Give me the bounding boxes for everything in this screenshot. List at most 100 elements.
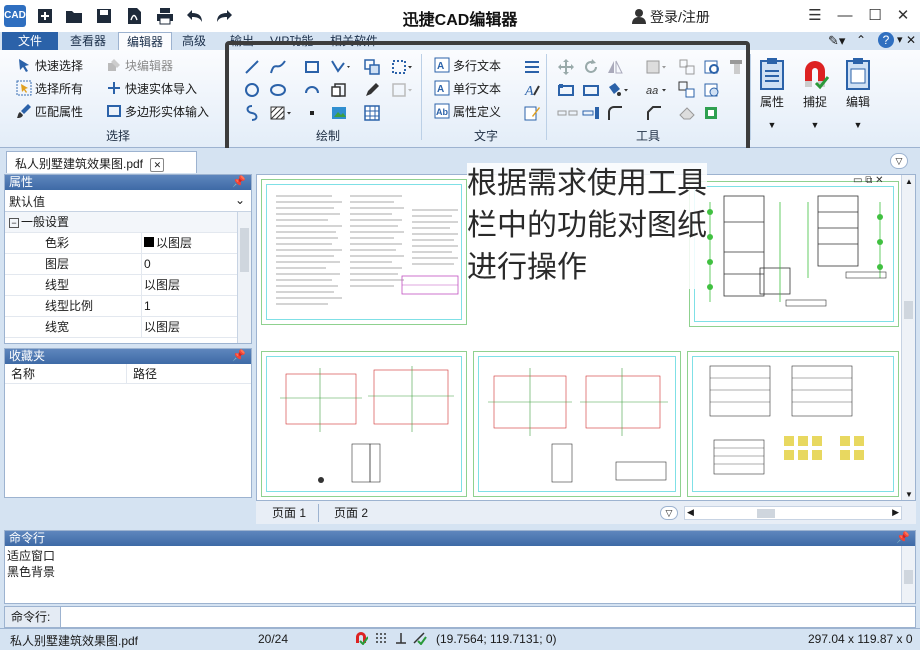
color-swatch	[144, 237, 154, 247]
scroll-left-icon[interactable]: ◀	[687, 507, 694, 518]
grid-status-icon[interactable]	[374, 631, 388, 648]
properties-scrollbar[interactable]	[237, 212, 251, 343]
column-header-name[interactable]: 名称	[5, 364, 127, 383]
select-group-label: 选择	[106, 129, 131, 143]
property-key: 线型比例	[45, 299, 94, 313]
favorites-panel: 收藏夹 📌 名称 路径	[4, 348, 252, 498]
scroll-right-icon[interactable]: ▶	[892, 507, 899, 518]
properties-big-label: 属性	[759, 95, 784, 109]
pin-icon[interactable]: 📌	[232, 349, 246, 364]
tab-viewer[interactable]: 查看器	[62, 32, 114, 50]
status-page-count: 20/24	[258, 632, 289, 646]
select-all-icon	[16, 80, 32, 96]
property-row[interactable]: 线宽 以图层	[5, 317, 251, 338]
properties-panel-header: 属性 📌	[5, 175, 251, 190]
scroll-down-icon[interactable]: ▼	[905, 490, 913, 499]
tab-editor[interactable]: 编辑器	[118, 32, 173, 50]
toolbar-highlight-frame	[225, 41, 750, 158]
command-history-line: 适应窗口	[7, 549, 56, 563]
pin-icon[interactable]: 📌	[232, 175, 246, 190]
tab-file[interactable]: 文件	[2, 32, 58, 50]
tab-list-dropdown-icon[interactable]: ▽	[890, 153, 908, 169]
close-ribbon-icon[interactable]: ✕	[906, 33, 916, 47]
drawing-sheet[interactable]	[687, 351, 899, 497]
chevron-down-icon: ▼	[810, 120, 820, 130]
quick-entity-import-button[interactable]: 快速实体导入	[106, 78, 197, 98]
help-dropdown-icon[interactable]: ▾	[897, 33, 903, 46]
command-scrollbar[interactable]	[901, 546, 915, 603]
snap-status-icon[interactable]	[354, 631, 369, 648]
page-tab-2[interactable]: 页面 2	[322, 504, 380, 522]
block-editor-button[interactable]: 块编辑器	[106, 55, 173, 75]
page-tab-1[interactable]: 页面 1	[260, 504, 320, 522]
polygon-entity-input-button[interactable]: 多边形实体输入	[106, 101, 209, 121]
command-input-label: 命令行:	[5, 607, 61, 627]
command-input[interactable]	[63, 607, 913, 627]
property-row[interactable]: 线型 以图层	[5, 275, 251, 296]
pin-icon[interactable]: 📌	[896, 531, 910, 546]
property-row[interactable]: 图层 0	[5, 254, 251, 275]
properties-panel-title: 属性	[9, 175, 34, 189]
property-row[interactable]: 色彩 以图层	[5, 233, 251, 254]
user-icon	[632, 8, 646, 27]
status-bar: 私人别墅建筑效果图.pdf 20/24 (19.7564; 119.7131; …	[0, 628, 920, 650]
block-editor-label: 块编辑器	[125, 58, 174, 73]
style-dropdown-icon[interactable]: ✎▾	[828, 33, 845, 49]
document-tab-label: 私人别墅建筑效果图.pdf	[15, 157, 144, 171]
document-tab[interactable]: 私人别墅建筑效果图.pdf ✕	[6, 151, 197, 173]
match-properties-label: 匹配属性	[35, 104, 84, 119]
drawing-sheet[interactable]	[473, 351, 681, 497]
column-header-path[interactable]: 路径	[127, 364, 157, 383]
quick-select-button[interactable]: 快速选择	[16, 55, 83, 75]
edit-big-button[interactable]: 编辑 ▼	[838, 53, 878, 143]
tab-advanced[interactable]: 高级	[174, 32, 214, 50]
match-properties-button[interactable]: 匹配属性	[16, 101, 83, 121]
collapse-icon[interactable]: −	[9, 218, 19, 228]
canvas-horizontal-scrollbar[interactable]: ◀ ▶	[684, 506, 902, 520]
property-key: 线型	[45, 278, 70, 292]
drawing-sheet[interactable]	[261, 179, 467, 325]
instruction-annotation: 根据需求使用工具栏中的功能对图纸进行操作	[467, 163, 707, 289]
command-panel-title: 命令行	[9, 531, 46, 545]
property-value: 0	[141, 254, 251, 274]
polygon-icon	[106, 103, 122, 119]
plus-icon	[106, 80, 122, 96]
select-all-button[interactable]: 选择所有	[16, 78, 83, 98]
minimize-icon[interactable]: —	[834, 6, 856, 26]
close-icon[interactable]: ✕	[892, 6, 914, 26]
drawing-canvas[interactable]: 根据需求使用工具栏中的功能对图纸进行操作 ▭ ⧉ ✕ ▲ ▼	[256, 163, 916, 524]
page-list-dropdown-icon[interactable]: ▽	[660, 506, 678, 520]
favorites-panel-header: 收藏夹 📌	[5, 349, 251, 364]
quick-entity-import-label: 快速实体导入	[125, 81, 198, 96]
property-row[interactable]: 线型比例 1	[5, 296, 251, 317]
drawing-sheet[interactable]	[689, 181, 899, 327]
scroll-up-icon[interactable]: ▲	[905, 177, 913, 186]
drawing-sheet[interactable]	[261, 351, 467, 497]
group-separator	[750, 54, 751, 140]
property-value: 以图层	[141, 317, 251, 337]
quick-select-icon	[16, 57, 32, 73]
properties-combo[interactable]: 默认值 ⌄	[5, 190, 251, 212]
canvas-window-controls[interactable]: ▭ ⧉ ✕	[853, 175, 884, 186]
help-icon[interactable]: ?	[878, 32, 894, 48]
status-filename: 私人别墅建筑效果图.pdf	[10, 634, 139, 648]
collapse-ribbon-icon[interactable]: ⌃	[856, 33, 866, 47]
login-button[interactable]: 登录/注册	[632, 7, 710, 27]
maximize-icon[interactable]: ☐	[864, 6, 886, 26]
snap-big-button[interactable]: 捕捉 ▼	[795, 53, 835, 143]
property-section-row[interactable]: − 一般设置	[5, 212, 251, 233]
favorites-header-row: 名称 路径	[5, 364, 251, 384]
ortho-status-icon[interactable]	[394, 631, 408, 648]
status-coordinates: (19.7564; 119.7131; 0)	[436, 632, 557, 646]
menu-icon[interactable]: ☰	[804, 6, 826, 26]
properties-big-button[interactable]: 属性 ▼	[752, 53, 792, 143]
login-label: 登录/注册	[650, 9, 710, 25]
command-panel-header: 命令行 📌	[5, 531, 915, 546]
chevron-down-icon: ▼	[767, 120, 777, 130]
property-key: 线宽	[45, 320, 70, 334]
close-tab-icon[interactable]: ✕	[150, 158, 165, 172]
canvas-vertical-scrollbar[interactable]: ▲ ▼	[901, 175, 915, 501]
command-input-row: 命令行:	[4, 606, 916, 628]
polar-status-icon[interactable]	[412, 631, 428, 648]
magnet-icon	[800, 57, 830, 91]
